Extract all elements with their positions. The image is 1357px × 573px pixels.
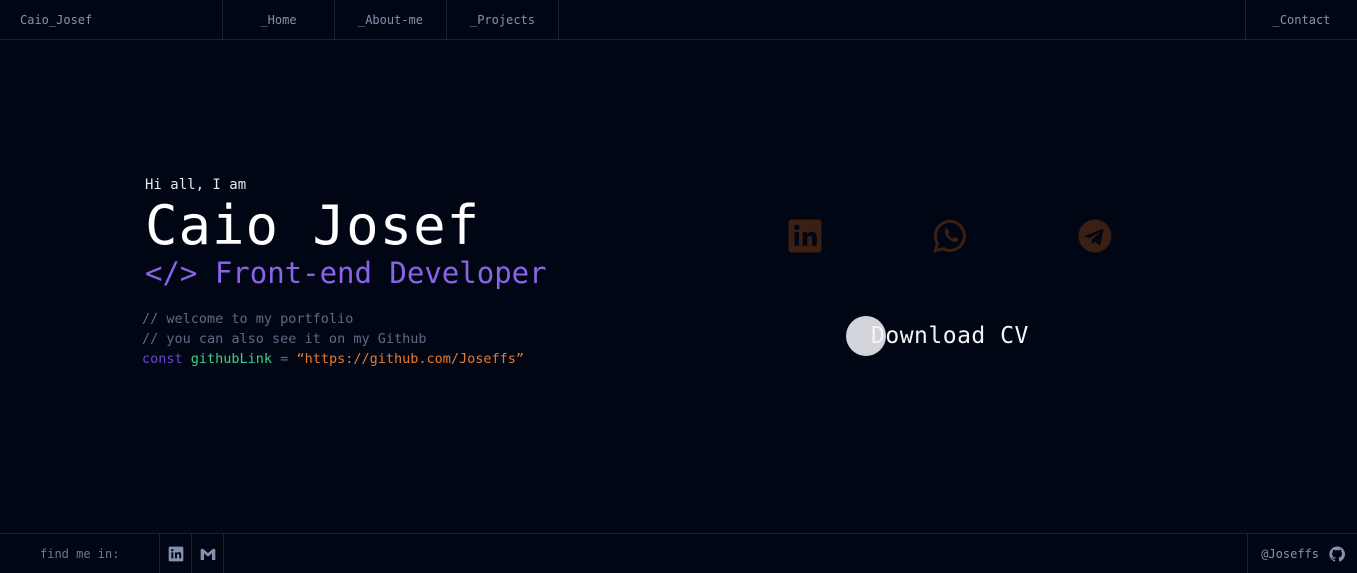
code-snippet: // welcome to my portfolio // you can al… — [142, 309, 524, 369]
hero-greeting: Hi all, I am — [145, 177, 247, 193]
code-keyword: const — [142, 351, 183, 367]
download-cv-button[interactable]: Download CV — [846, 316, 1029, 356]
footer-github-link[interactable]: @Joseffs — [1247, 534, 1357, 573]
hero-name: Caio Josef — [145, 194, 481, 257]
linkedin-icon[interactable] — [786, 217, 824, 255]
whatsapp-icon[interactable] — [931, 217, 969, 255]
find-me-label: find me in: — [0, 534, 160, 573]
code-line: const githubLink = “https://github.com/J… — [142, 349, 524, 369]
hero-section: Hi all, I am Caio Josef </> Front-end De… — [145, 176, 547, 290]
github-link-string[interactable]: “https://github.com/Joseffs” — [296, 351, 524, 367]
hero-role: </> Front-end Developer — [145, 256, 547, 290]
footer: find me in: @Joseffs — [0, 533, 1357, 573]
comment-line-2: // you can also see it on my Github — [142, 331, 427, 347]
code-variable: githubLink — [190, 351, 273, 367]
download-cv-label: Download CV — [871, 323, 1029, 349]
github-handle: @Joseffs — [1261, 546, 1319, 561]
brand-logo[interactable]: Caio_Josef — [0, 0, 223, 39]
nav-contact[interactable]: _Contact — [1245, 0, 1357, 39]
nav-home[interactable]: _Home — [223, 0, 335, 39]
telegram-icon[interactable] — [1076, 217, 1114, 255]
footer-spacer — [224, 534, 1247, 573]
top-navbar: Caio_Josef _Home _About-me _Projects _Co… — [0, 0, 1357, 40]
comment-line-1: // welcome to my portfolio — [142, 311, 354, 327]
footer-linkedin-icon[interactable] — [160, 534, 192, 573]
code-equals: = — [280, 351, 289, 367]
github-icon — [1329, 546, 1345, 562]
nav-projects[interactable]: _Projects — [447, 0, 559, 39]
footer-gmail-icon[interactable] — [192, 534, 224, 573]
nav-about-me[interactable]: _About-me — [335, 0, 447, 39]
